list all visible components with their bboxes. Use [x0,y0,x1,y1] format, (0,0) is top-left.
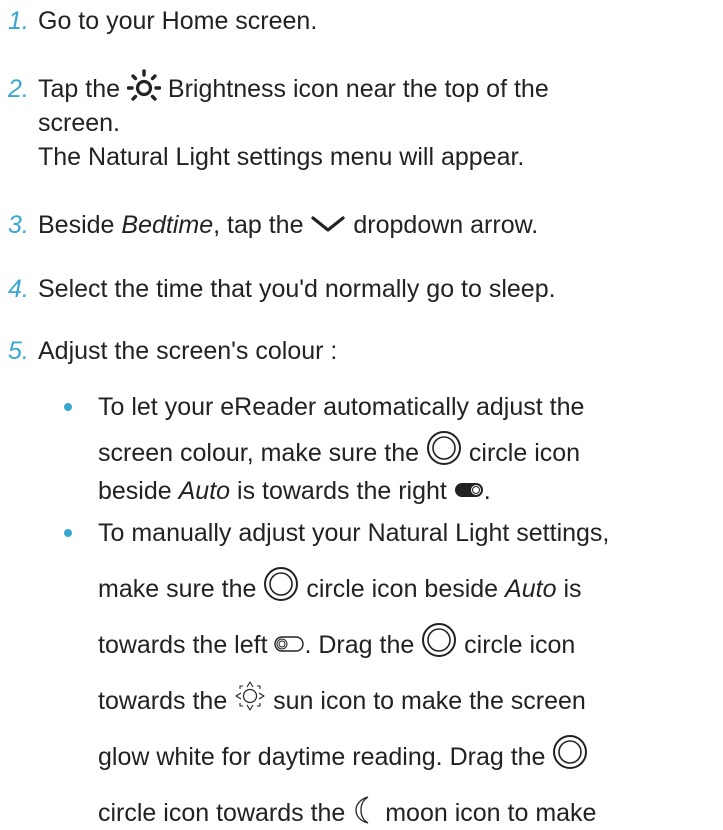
bullet-text: circle icon [468,439,581,467]
step-2: 2. Tap the Brightness icon near the top o… [8,69,549,107]
step-text-pre: Beside [38,211,115,239]
bullet-text: To let your eReader automatically adjust… [98,393,585,421]
bullet-2-line6: circle icon towards the moon icon to mak… [98,796,596,830]
bullet-text: towards the left [98,631,268,659]
step-5: 5. Adjust the screen's colour : [8,334,337,368]
bullet-text: is [563,575,582,603]
brightness-icon [126,69,161,103]
bullet-text: To manually adjust your Natural Light se… [98,519,610,547]
auto-label: Auto [178,477,231,505]
step-number: 5. [8,337,29,365]
step-text: Select the time that you'd normally go t… [38,275,556,303]
circle-icon [426,430,462,466]
bullet-2-line5: glow white for daytime reading. Drag the [98,735,588,776]
bullet-text: towards the [98,687,228,715]
step-text: The Natural Light settings menu will app… [38,143,525,171]
chevron-down-icon [310,214,346,234]
bedtime-label: Bedtime [121,211,214,239]
bullet-text: . [483,477,491,505]
bullet-text: circle icon [464,631,576,659]
step-text-mid: , tap the [213,211,304,239]
circle-icon [263,566,299,602]
bullet-text: make sure the [98,575,257,603]
sun-icon [234,680,266,712]
auto-label: Auto [505,575,557,603]
bullet-text: circle icon beside [306,575,499,603]
step-text: Go to your Home screen. [38,7,318,35]
circle-icon [421,622,457,658]
bullet-text: circle icon towards the [98,799,346,827]
step-number: 1. [8,7,29,35]
step-text-post: dropdown arrow. [353,211,539,239]
step-text-pre: Tap the [38,75,121,103]
step-text-post: Brightness icon near the top of the [167,75,549,103]
circle-icon [552,734,588,770]
moon-icon [352,795,378,825]
instructions-page: 1. Go to your Home screen. 2. Tap the Brig… [0,0,723,830]
step-number: 2. [8,75,29,103]
bullet-dot [64,403,72,411]
step-3: 3. Beside Bedtime, tap the dropdown arrow… [8,208,538,242]
bullet-text: beside [98,477,172,505]
bullet-2-line4: towards the sun icon to make the screen [98,681,586,718]
toggle-on-icon [454,482,484,498]
step-number: 4. [8,275,29,303]
bullet-text: moon icon to make [385,799,597,827]
bullet-dot [64,529,72,537]
bullet-2-line2: make sure the circle icon beside Auto is [98,567,582,608]
bullet-2-line3: towards the left . Drag the circle icon [98,623,576,664]
step-2-line2: screen. [8,106,120,140]
bullet-text: . Drag the [304,631,415,659]
bullet-text: glow white for daytime reading. Drag the [98,743,546,771]
bullet-text: screen colour, make sure the [98,439,419,467]
bullet-1-line2: screen colour, make sure the circle icon [98,431,581,472]
bullet-2-line1: To manually adjust your Natural Light se… [98,516,609,550]
bullet-text: sun icon to make the screen [273,687,586,715]
step-2-line3: The Natural Light settings menu will app… [8,140,524,174]
step-text: Adjust the screen's colour : [38,337,338,365]
step-4: 4. Select the time that you'd normally go… [8,272,556,306]
step-number: 3. [8,211,29,239]
step-1: 1. Go to your Home screen. [8,4,317,38]
bullet-1-line3: beside Auto is towards the right . [98,474,491,508]
bullet-1-line1: To let your eReader automatically adjust… [98,390,584,424]
step-text: screen. [38,109,120,137]
bullet-text: is towards the right [237,477,447,505]
toggle-off-icon [274,636,305,653]
